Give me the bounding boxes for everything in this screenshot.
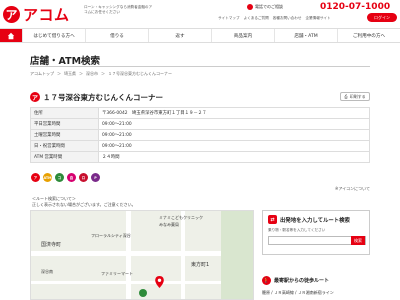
acom-logo[interactable]: ア アコム [3,4,70,25]
map-label: ミナミこどもクリニック [159,215,203,220]
row-label-saturday: 土曜営業時間 [30,129,99,141]
nearest-station-title: 最寄駅からの徒歩ルート [274,278,330,284]
map-label: ファミリーマート [101,271,133,276]
automatic-machine-icon: 自 [67,173,76,182]
phone-label-text: 電話でのご相談 [255,4,283,9]
breadcrumb-city[interactable]: 深谷市 [86,71,98,77]
nav-members[interactable]: ご利用中の方へ [337,29,400,42]
shop-heading: ア １７号深谷東方むじんくんコーナー ⎙ 印刷する [30,91,370,103]
parking-icon: P [91,173,100,182]
route-search-heading: ⇄ 出発地を入力してルート検索 [263,211,369,228]
logo-text: アコム [23,6,70,24]
walk-icon: 🚶 [262,276,271,285]
nav-home[interactable] [0,29,22,42]
table-row: 土曜営業時間 09:00～21:00 [30,129,370,141]
departure-input[interactable]: 検索 [268,236,366,245]
table-row: ATM 営業時間 ２４時間 [30,151,370,163]
title-divider [30,66,370,67]
nav-first-time[interactable]: はじめて借りる方へ [22,29,85,42]
route-note-text: 正しく表示されない場合がございます。ご注意ください。 [32,202,136,207]
nav-stores-atm[interactable]: 店舗・ATM [274,29,337,42]
nav-products[interactable]: 商品案内 [211,29,274,42]
map-label: みなみ薬局 [159,222,179,227]
route-search-title: 出発地を入力してルート検索 [280,217,350,224]
breadcrumb: アコムトップ＞ 埼玉県＞ 深谷市＞ １７号深谷東方むじんくんコーナー [30,71,172,77]
breadcrumb-top[interactable]: アコムトップ [30,71,54,77]
printer-icon: ⎙ [344,94,348,99]
util-link-contact[interactable]: 各種お問い合わせ [273,16,302,21]
map-road [126,211,131,299]
table-row: 住所 〒366-0042 埼玉県深谷市東方町１丁目１９－２７ [30,107,370,119]
breadcrumb-current: １７号深谷東方むじんくんコーナー [108,71,172,76]
logo-mark: ア [3,6,20,23]
utility-links: サイトマップ よくあるご質問 各種お問い合わせ 企業情報サイト [218,16,331,21]
route-icon: ⇄ [268,215,277,224]
nav-repay[interactable]: 返す [148,29,211,42]
map-road [181,211,185,299]
map-label: 深谷南 [41,269,53,274]
route-note: ＜ルート検索について＞ 正しく表示されない場合がございます。ご注意ください。 [32,196,136,208]
acom-store-icon: ア [31,173,40,182]
row-value-saturday: 09:00～21:00 [98,129,370,141]
map-green-area [221,211,253,299]
util-link-corporate[interactable]: 企業情報サイト [305,16,330,21]
row-label-holiday: 日・祝営業時間 [30,140,99,152]
row-value-holiday: 09:00～21:00 [98,140,370,152]
row-value-address: 〒366-0042 埼玉県深谷市東方町１丁目１９－２７ [98,107,370,119]
map-label: 国済寺町 [41,242,62,248]
shop-info-table: 住所 〒366-0042 埼玉県深谷市東方町１丁目１９－２７ 平日営業時間 09… [30,107,370,163]
phone-number[interactable]: 0120-07-1000 [320,2,390,12]
print-label: 印刷する [349,93,366,99]
map-view[interactable]: 国済寺町 フローラルシティ深谷 東方町1 ミナミこどもクリニック みなみ薬局 深… [30,210,254,300]
row-label-weekday: 平日営業時間 [30,118,99,130]
route-search-panel: ⇄ 出発地を入力してルート検索 乗り物・駅名等を入力してください 検索 [262,210,370,255]
home-icon [7,32,15,39]
acom-store-icon: ア [30,92,40,102]
shop-name: １７号深谷東方むじんくんコーナー [43,92,163,102]
print-button[interactable]: ⎙ 印刷する [340,92,370,101]
phone-label: 電話でのご相談 [247,4,283,10]
route-search-button[interactable]: 検索 [351,236,365,245]
service-icons: ア ATM コ 自 ロ P [31,173,100,182]
table-row: 平日営業時間 09:00～21:00 [30,118,370,130]
table-row: 日・祝営業時間 09:00～21:00 [30,140,370,152]
row-label-atm: ATM 営業時間 [30,151,99,163]
tagline: ローン・キャッシングなら消費者金融のアコムにお任せください [84,5,153,14]
map-pin-icon[interactable] [155,273,164,288]
loan-icon: ロ [79,173,88,182]
row-label-address: 住所 [30,107,99,119]
global-nav: はじめて借りる方へ 借りる 返す 商品案内 店舗・ATM ご利用中の方へ [0,28,400,43]
util-link-sitemap[interactable]: サイトマップ [218,16,240,21]
breadcrumb-prefecture[interactable]: 埼玉県 [64,71,76,77]
icon-about-link[interactable]: ※アイコンについて [335,186,370,192]
page-title: 店舗・ATM検索 [30,56,101,67]
nearest-station-heading: 🚶 最寄駅からの徒歩ルート [262,276,370,285]
route-search-subtitle: 乗り物・駅名等を入力してください [268,228,326,232]
map-label: 東方町1 [191,262,210,268]
nearest-station-text[interactable]: 籠原 / ＪＲ高崎線 / ＪＲ湘南新宿ライン [262,290,334,296]
row-value-atm: ２４時間 [98,151,370,163]
login-button[interactable]: ログイン [367,13,397,22]
store-marker-icon[interactable] [139,289,147,297]
site-header: ア アコム ローン・キャッシングなら消費者金融のアコムにお任せください 電話での… [0,0,400,26]
atm-icon: ATM [43,173,52,182]
map-label: フローラルシティ深谷 [91,233,131,238]
nav-borrow[interactable]: 借りる [85,29,148,42]
convenience-icon: コ [55,173,64,182]
util-link-faq[interactable]: よくあるご質問 [244,16,269,21]
phone-icon [247,4,253,10]
row-value-weekday: 09:00～21:00 [98,118,370,130]
